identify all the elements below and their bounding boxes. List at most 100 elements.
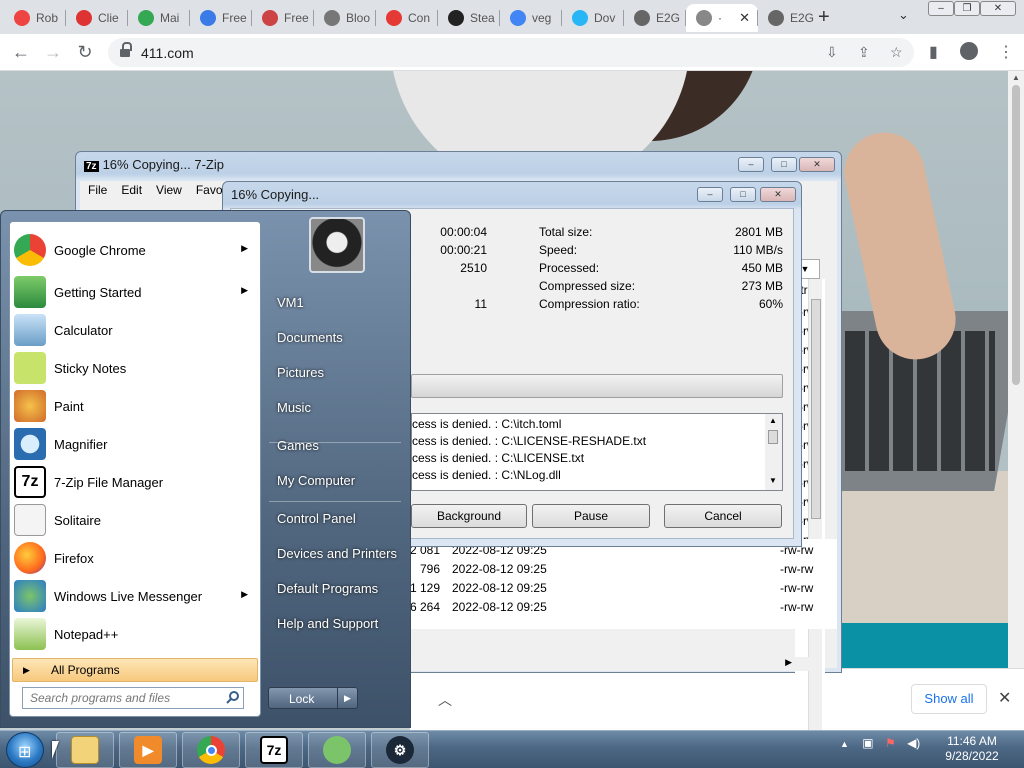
start-menu-item[interactable]: Firefox bbox=[12, 540, 258, 576]
start-button[interactable]: ⊞ bbox=[6, 732, 44, 768]
browser-tab[interactable]: Bloo bbox=[314, 4, 376, 32]
fm-menu-item[interactable]: View bbox=[156, 183, 182, 197]
fm-menu-item[interactable]: Favo bbox=[196, 183, 223, 197]
log-scroll-thumb[interactable] bbox=[768, 430, 778, 444]
start-menu-item[interactable]: Notepad++ bbox=[12, 616, 258, 652]
dlg-close-button[interactable]: ✕ bbox=[760, 187, 796, 202]
start-menu-right-item[interactable]: Music bbox=[277, 400, 311, 415]
browser-tab[interactable]: Rob bbox=[4, 4, 66, 32]
url-text[interactable]: 411.com bbox=[141, 45, 194, 61]
start-menu-item[interactable]: Calculator bbox=[12, 312, 258, 348]
browser-tab[interactable]: Mai bbox=[128, 4, 190, 32]
all-programs-button[interactable]: All Programs bbox=[12, 658, 258, 682]
steam-icon: ⚙ bbox=[386, 736, 414, 764]
bookmark-star-icon[interactable]: ☆ bbox=[890, 44, 903, 61]
browser-tab[interactable]: Stea bbox=[438, 4, 500, 32]
address-bar[interactable]: 411.com ⇩ ⇪ ☆ bbox=[108, 38, 914, 67]
start-menu-item[interactable]: Solitaire bbox=[12, 502, 258, 538]
menu-kebab-icon[interactable]: ⋮ bbox=[998, 42, 1014, 62]
start-menu-right-item[interactable]: Help and Support bbox=[277, 616, 378, 631]
forward-icon[interactable]: → bbox=[42, 42, 64, 63]
tab-favicon-icon bbox=[696, 10, 712, 26]
fm-scroll-thumb[interactable] bbox=[811, 299, 821, 519]
start-menu-item[interactable]: 7z 7-Zip File Manager bbox=[12, 464, 258, 500]
start-search-input[interactable]: Search programs and files bbox=[22, 687, 244, 709]
fm-hscrollbar[interactable]: ▶ bbox=[410, 657, 822, 671]
fm-maximize-button[interactable]: □ bbox=[771, 157, 797, 172]
clock-date: 9/28/2022 bbox=[945, 749, 999, 763]
log-scroll-up-icon: ▲ bbox=[769, 416, 777, 425]
start-menu-item[interactable]: Google Chrome ▶ bbox=[12, 232, 258, 268]
clock[interactable]: 11:46 AM 9/28/2022 bbox=[932, 734, 1012, 764]
page-scrollbar[interactable]: ▲ ▼ bbox=[1008, 71, 1024, 730]
start-menu-right-item[interactable]: Control Panel bbox=[277, 511, 356, 526]
start-menu-right-item[interactable]: Default Programs bbox=[277, 581, 378, 596]
profile-avatar[interactable] bbox=[960, 42, 978, 60]
close-window-button[interactable]: ✕ bbox=[980, 1, 1016, 16]
pause-button[interactable]: Pause bbox=[532, 504, 650, 528]
taskbar-media-player[interactable]: ▶ bbox=[119, 732, 177, 768]
back-icon[interactable]: ← bbox=[10, 42, 32, 63]
minimize-button[interactable]: – bbox=[928, 1, 954, 16]
taskbar-steam[interactable]: ⚙ bbox=[371, 732, 429, 768]
browser-tab[interactable]: Con bbox=[376, 4, 438, 32]
start-menu-item[interactable]: Windows Live Messenger ▶ bbox=[12, 578, 258, 614]
fm-menu-item[interactable]: File bbox=[88, 183, 107, 197]
shutdown-options-arrow-icon[interactable]: ▶ bbox=[337, 688, 357, 708]
browser-tab[interactable]: Free bbox=[252, 4, 314, 32]
network-icon[interactable]: ▣ bbox=[862, 736, 873, 750]
browser-tab[interactable]: Free bbox=[190, 4, 252, 32]
start-menu-item[interactable]: Magnifier bbox=[12, 426, 258, 462]
dlg-minimize-button[interactable]: – bbox=[697, 187, 723, 202]
progress-stat-label: Total size: bbox=[539, 225, 593, 239]
browser-tab[interactable]: Clie bbox=[66, 4, 128, 32]
fm-title-text: 16% Copying... 7-Zip bbox=[102, 157, 224, 172]
show-all-button[interactable]: Show all bbox=[911, 684, 987, 714]
start-menu-right-item[interactable]: Documents bbox=[277, 330, 343, 345]
page-scroll-thumb[interactable] bbox=[1012, 85, 1020, 385]
show-hidden-icons-icon[interactable]: ▲ bbox=[840, 739, 849, 749]
fm-close-button[interactable]: ✕ bbox=[799, 157, 835, 172]
search-icon[interactable] bbox=[226, 690, 240, 704]
taskbar-explorer[interactable] bbox=[56, 732, 114, 768]
browser-tab[interactable]: Dov bbox=[562, 4, 624, 32]
start-menu-right-item[interactable]: Devices and Printers bbox=[277, 546, 397, 561]
log-scrollbar[interactable]: ▲ ▼ bbox=[765, 414, 782, 490]
start-menu-right-item[interactable]: Games bbox=[277, 438, 319, 453]
start-menu-item[interactable]: Sticky Notes bbox=[12, 350, 258, 386]
volume-icon[interactable]: ◀) bbox=[907, 736, 920, 750]
user-avatar[interactable] bbox=[309, 217, 365, 273]
tab-search-chevron-icon[interactable]: ⌄ bbox=[898, 7, 909, 23]
background-button[interactable]: Background bbox=[411, 504, 527, 528]
cancel-button[interactable]: Cancel bbox=[664, 504, 782, 528]
browser-tab[interactable]: veg bbox=[500, 4, 562, 32]
start-menu-right-item[interactable]: Pictures bbox=[277, 365, 324, 380]
fm-menu-item[interactable]: Edit bbox=[121, 183, 142, 197]
install-icon[interactable]: ⇩ bbox=[826, 44, 838, 61]
share-icon[interactable]: ⇪ bbox=[858, 44, 870, 61]
taskbar-messenger[interactable] bbox=[308, 732, 366, 768]
fm-scrollbar[interactable] bbox=[808, 279, 822, 749]
tab-close-icon[interactable]: ✕ bbox=[739, 10, 750, 26]
start-menu-item[interactable]: Getting Started ▶ bbox=[12, 274, 258, 310]
chevron-up-icon[interactable]: ︿ bbox=[438, 690, 452, 710]
reload-icon[interactable]: ↻ bbox=[74, 42, 96, 63]
action-center-icon[interactable]: ⚑ bbox=[885, 736, 896, 750]
tab-label: Free bbox=[222, 11, 247, 25]
browser-tab[interactable]: E2G bbox=[624, 4, 686, 32]
lock-button[interactable]: Lock ▶ bbox=[268, 687, 358, 709]
start-menu-right-item[interactable]: VM1 bbox=[277, 295, 304, 310]
restore-button[interactable]: ❐ bbox=[954, 1, 980, 16]
close-icon[interactable]: ✕ bbox=[998, 688, 1011, 708]
tab-favicon-icon bbox=[572, 10, 588, 26]
start-menu-item[interactable]: Paint bbox=[12, 388, 258, 424]
taskbar-7zip[interactable]: 7z bbox=[245, 732, 303, 768]
browser-tab[interactable]: E2G bbox=[758, 4, 820, 32]
start-menu-right-item[interactable]: My Computer bbox=[277, 473, 355, 488]
fm-minimize-button[interactable]: – bbox=[738, 157, 764, 172]
dlg-maximize-button[interactable]: □ bbox=[730, 187, 756, 202]
side-panel-icon[interactable]: ▮ bbox=[929, 42, 938, 62]
browser-tab[interactable]: · ✕ bbox=[686, 4, 758, 32]
start-menu: All Programs Search programs and files G… bbox=[0, 210, 411, 728]
taskbar-chrome[interactable] bbox=[182, 732, 240, 768]
